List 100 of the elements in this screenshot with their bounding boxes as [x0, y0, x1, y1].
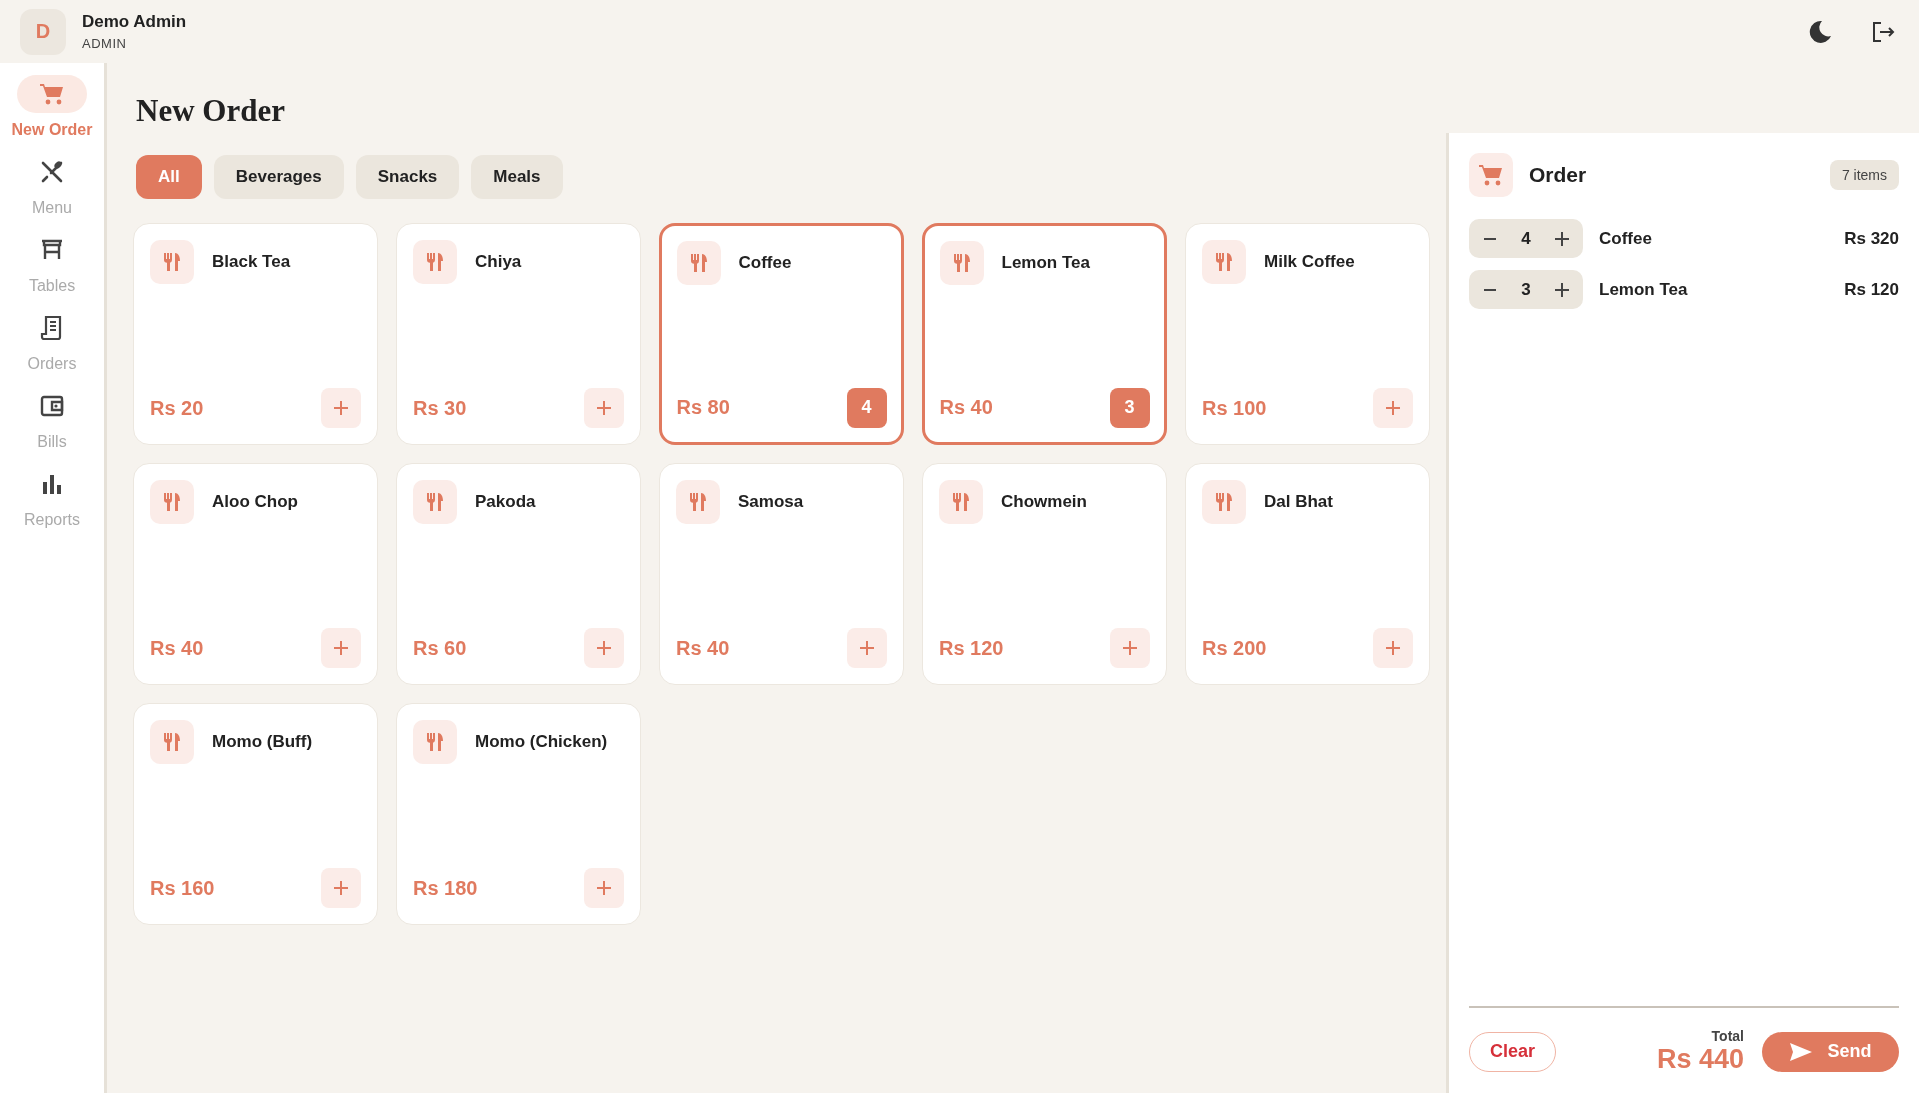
- plus-icon: [859, 640, 875, 656]
- order-item-amount: Rs 120: [1844, 279, 1899, 300]
- user-avatar: D: [20, 8, 66, 55]
- product-price: Rs 60: [413, 636, 467, 660]
- product-price: Rs 40: [676, 636, 730, 660]
- product-card[interactable]: Lemon Tea Rs 40 3: [922, 223, 1167, 445]
- plus-icon: [1122, 640, 1138, 656]
- quantity-stepper[interactable]: 4: [1469, 219, 1583, 258]
- product-card[interactable]: Samosa Rs 40: [659, 463, 904, 685]
- product-name: Pakoda: [475, 492, 536, 512]
- bar-chart-icon: [41, 473, 63, 495]
- add-button[interactable]: [321, 868, 361, 908]
- table-icon: [39, 238, 65, 262]
- quantity-value: 3: [1521, 279, 1531, 300]
- add-button[interactable]: [1373, 388, 1413, 428]
- product-card[interactable]: Momo (Chicken) Rs 180: [396, 703, 641, 925]
- fork-knife-icon: [688, 492, 708, 512]
- product-price: Rs 180: [413, 876, 478, 900]
- add-button[interactable]: [1373, 628, 1413, 668]
- product-name: Samosa: [738, 492, 804, 512]
- cart-icon: [1478, 163, 1504, 187]
- fork-knife-icon: [162, 732, 182, 752]
- quantity-badge: 4: [846, 387, 887, 428]
- product-name: Black Tea: [212, 252, 291, 272]
- wallet-icon: [40, 394, 64, 418]
- total-amount: Rs 440: [1656, 1044, 1744, 1075]
- product-card[interactable]: Coffee Rs 80 4: [659, 223, 904, 445]
- fork-knife-icon: [425, 252, 445, 272]
- fork-knife-icon: [425, 732, 445, 752]
- plus-icon: [1554, 281, 1570, 298]
- logout-icon: [1871, 19, 1895, 44]
- clear-button[interactable]: Clear: [1469, 1031, 1557, 1072]
- plus-icon: [1385, 400, 1401, 416]
- product-card[interactable]: Milk Coffee Rs 100: [1185, 223, 1430, 445]
- utensils-icon: [39, 159, 65, 185]
- quantity-stepper[interactable]: 3: [1469, 270, 1583, 309]
- product-price: Rs 200: [1202, 636, 1267, 660]
- product-card[interactable]: Black Tea Rs 20: [133, 223, 378, 445]
- cart-icon: [39, 82, 65, 106]
- category-tab[interactable]: Meals: [471, 155, 563, 199]
- plus-icon: [1554, 230, 1570, 247]
- product-price: Rs 160: [150, 876, 215, 900]
- product-card[interactable]: Aloo Chop Rs 40: [133, 463, 378, 685]
- add-button[interactable]: [584, 868, 624, 908]
- product-name: Momo (Buff): [212, 732, 313, 752]
- fork-knife-icon: [425, 492, 445, 512]
- quantity-value: 4: [1521, 228, 1531, 249]
- add-button[interactable]: [1110, 628, 1150, 668]
- minus-icon: [1483, 237, 1497, 240]
- total-label: Total: [1711, 1028, 1744, 1044]
- receipt-icon: [40, 315, 64, 341]
- add-button[interactable]: [321, 388, 361, 428]
- product-card[interactable]: Chiya Rs 30: [396, 223, 641, 445]
- add-button[interactable]: [584, 628, 624, 668]
- fork-knife-icon: [1214, 492, 1234, 512]
- plus-icon: [333, 880, 349, 896]
- product-card[interactable]: Dal Bhat Rs 200: [1185, 463, 1430, 685]
- add-button[interactable]: [847, 628, 887, 668]
- product-name: Lemon Tea: [1001, 252, 1090, 273]
- product-name: Coffee: [738, 252, 792, 273]
- user-role: ADMIN: [82, 36, 128, 51]
- plus-icon: [596, 640, 612, 656]
- page-title: New Order: [136, 93, 286, 129]
- product-price: Rs 30: [413, 396, 467, 420]
- product-price: Rs 120: [939, 636, 1004, 660]
- fork-knife-icon: [1214, 252, 1234, 272]
- category-tab[interactable]: Beverages: [213, 155, 344, 199]
- item-count: 7 items: [1829, 160, 1899, 190]
- minus-icon: [1483, 288, 1497, 291]
- plus-icon: [596, 880, 612, 896]
- product-name: Chowmein: [1001, 492, 1087, 512]
- plus-icon: [333, 640, 349, 656]
- product-name: Chiya: [475, 252, 522, 272]
- send-icon: [1789, 1041, 1814, 1062]
- fork-knife-icon: [951, 492, 971, 512]
- order-title: Order: [1529, 163, 1588, 187]
- product-card[interactable]: Chowmein Rs 120: [922, 463, 1167, 685]
- product-card[interactable]: Pakoda Rs 60: [396, 463, 641, 685]
- fork-knife-icon: [162, 492, 182, 512]
- product-price: Rs 80: [676, 396, 730, 419]
- add-button[interactable]: [584, 388, 624, 428]
- product-price: Rs 100: [1202, 396, 1267, 420]
- product-name: Momo (Chicken): [475, 732, 608, 752]
- product-price: Rs 40: [150, 636, 204, 660]
- product-name: Aloo Chop: [212, 492, 298, 512]
- plus-icon: [333, 400, 349, 416]
- plus-icon: [1385, 640, 1401, 656]
- moon-icon: [1807, 18, 1833, 45]
- product-price: Rs 40: [939, 396, 993, 419]
- fork-knife-icon: [951, 252, 972, 273]
- user-name: Demo Admin: [82, 12, 187, 32]
- order-item-amount: Rs 320: [1844, 228, 1899, 249]
- order-item-name: Coffee: [1599, 228, 1653, 249]
- product-name: Dal Bhat: [1264, 492, 1333, 512]
- product-name: Milk Coffee: [1264, 252, 1355, 272]
- plus-icon: [596, 400, 612, 416]
- order-item-name: Lemon Tea: [1599, 279, 1689, 300]
- category-tab[interactable]: Snacks: [355, 155, 460, 199]
- add-button[interactable]: [321, 628, 361, 668]
- product-card[interactable]: Momo (Buff) Rs 160: [133, 703, 378, 925]
